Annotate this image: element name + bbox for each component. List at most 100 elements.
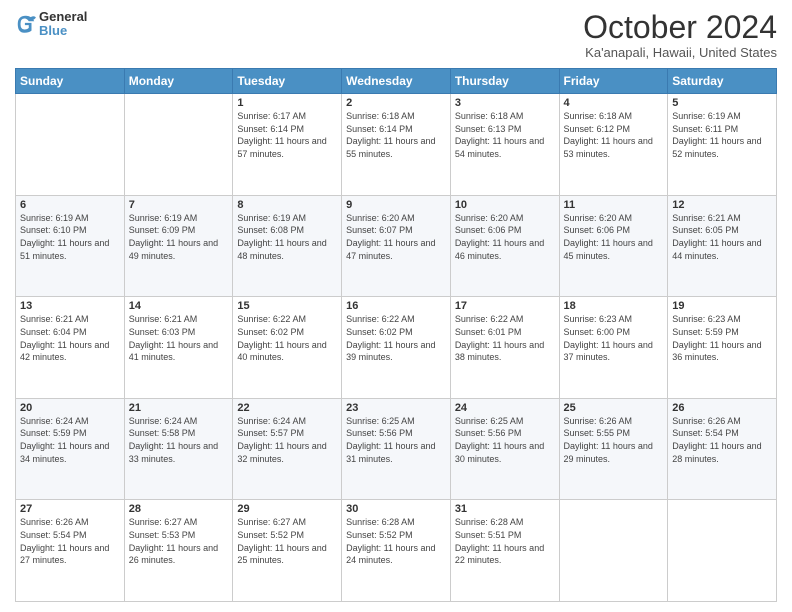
calendar-cell-1-4: 2Sunrise: 6:18 AMSunset: 6:14 PMDaylight… <box>342 94 451 196</box>
title-block: October 2024 Ka'anapali, Hawaii, United … <box>583 10 777 60</box>
calendar-cell-5-4: 30Sunrise: 6:28 AMSunset: 5:52 PMDayligh… <box>342 500 451 602</box>
calendar-cell-4-6: 25Sunrise: 6:26 AMSunset: 5:55 PMDayligh… <box>559 398 668 500</box>
day-info: Sunrise: 6:25 AMSunset: 5:56 PMDaylight:… <box>455 415 555 465</box>
calendar-cell-2-7: 12Sunrise: 6:21 AMSunset: 6:05 PMDayligh… <box>668 195 777 297</box>
day-number: 16 <box>346 300 446 312</box>
day-info: Sunrise: 6:27 AMSunset: 5:53 PMDaylight:… <box>129 516 229 566</box>
day-info: Sunrise: 6:17 AMSunset: 6:14 PMDaylight:… <box>237 110 337 160</box>
day-number: 29 <box>237 503 337 515</box>
day-number: 9 <box>346 199 446 211</box>
calendar-cell-4-7: 26Sunrise: 6:26 AMSunset: 5:54 PMDayligh… <box>668 398 777 500</box>
week-row-1: 1Sunrise: 6:17 AMSunset: 6:14 PMDaylight… <box>16 94 777 196</box>
day-info: Sunrise: 6:20 AMSunset: 6:06 PMDaylight:… <box>455 212 555 262</box>
day-number: 11 <box>564 199 664 211</box>
calendar-cell-2-5: 10Sunrise: 6:20 AMSunset: 6:06 PMDayligh… <box>450 195 559 297</box>
day-info: Sunrise: 6:18 AMSunset: 6:13 PMDaylight:… <box>455 110 555 160</box>
weekday-header-saturday: Saturday <box>668 69 777 94</box>
calendar-cell-1-2 <box>124 94 233 196</box>
day-number: 17 <box>455 300 555 312</box>
calendar-table: SundayMondayTuesdayWednesdayThursdayFrid… <box>15 68 777 602</box>
calendar-cell-4-1: 20Sunrise: 6:24 AMSunset: 5:59 PMDayligh… <box>16 398 125 500</box>
calendar-cell-5-3: 29Sunrise: 6:27 AMSunset: 5:52 PMDayligh… <box>233 500 342 602</box>
day-info: Sunrise: 6:23 AMSunset: 6:00 PMDaylight:… <box>564 313 664 363</box>
calendar-cell-1-7: 5Sunrise: 6:19 AMSunset: 6:11 PMDaylight… <box>668 94 777 196</box>
day-info: Sunrise: 6:24 AMSunset: 5:59 PMDaylight:… <box>20 415 120 465</box>
day-info: Sunrise: 6:18 AMSunset: 6:12 PMDaylight:… <box>564 110 664 160</box>
day-number: 28 <box>129 503 229 515</box>
day-number: 18 <box>564 300 664 312</box>
day-number: 4 <box>564 97 664 109</box>
calendar-cell-4-3: 22Sunrise: 6:24 AMSunset: 5:57 PMDayligh… <box>233 398 342 500</box>
day-info: Sunrise: 6:22 AMSunset: 6:01 PMDaylight:… <box>455 313 555 363</box>
day-info: Sunrise: 6:22 AMSunset: 6:02 PMDaylight:… <box>237 313 337 363</box>
calendar-cell-1-1 <box>16 94 125 196</box>
calendar-cell-5-2: 28Sunrise: 6:27 AMSunset: 5:53 PMDayligh… <box>124 500 233 602</box>
calendar-cell-4-4: 23Sunrise: 6:25 AMSunset: 5:56 PMDayligh… <box>342 398 451 500</box>
month-title: October 2024 <box>583 10 777 45</box>
day-number: 15 <box>237 300 337 312</box>
calendar-cell-1-6: 4Sunrise: 6:18 AMSunset: 6:12 PMDaylight… <box>559 94 668 196</box>
calendar-cell-5-7 <box>668 500 777 602</box>
location-subtitle: Ka'anapali, Hawaii, United States <box>583 45 777 60</box>
calendar-cell-2-4: 9Sunrise: 6:20 AMSunset: 6:07 PMDaylight… <box>342 195 451 297</box>
day-number: 22 <box>237 402 337 414</box>
day-number: 6 <box>20 199 120 211</box>
weekday-header-friday: Friday <box>559 69 668 94</box>
day-info: Sunrise: 6:20 AMSunset: 6:06 PMDaylight:… <box>564 212 664 262</box>
day-info: Sunrise: 6:27 AMSunset: 5:52 PMDaylight:… <box>237 516 337 566</box>
calendar-cell-5-5: 31Sunrise: 6:28 AMSunset: 5:51 PMDayligh… <box>450 500 559 602</box>
day-number: 2 <box>346 97 446 109</box>
logo-text: General Blue <box>39 10 87 39</box>
day-info: Sunrise: 6:24 AMSunset: 5:57 PMDaylight:… <box>237 415 337 465</box>
day-info: Sunrise: 6:19 AMSunset: 6:10 PMDaylight:… <box>20 212 120 262</box>
day-info: Sunrise: 6:19 AMSunset: 6:08 PMDaylight:… <box>237 212 337 262</box>
day-number: 21 <box>129 402 229 414</box>
weekday-header-row: SundayMondayTuesdayWednesdayThursdayFrid… <box>16 69 777 94</box>
day-number: 10 <box>455 199 555 211</box>
day-number: 31 <box>455 503 555 515</box>
day-number: 19 <box>672 300 772 312</box>
calendar-cell-5-1: 27Sunrise: 6:26 AMSunset: 5:54 PMDayligh… <box>16 500 125 602</box>
calendar-cell-3-1: 13Sunrise: 6:21 AMSunset: 6:04 PMDayligh… <box>16 297 125 399</box>
day-info: Sunrise: 6:19 AMSunset: 6:09 PMDaylight:… <box>129 212 229 262</box>
calendar-cell-3-2: 14Sunrise: 6:21 AMSunset: 6:03 PMDayligh… <box>124 297 233 399</box>
day-info: Sunrise: 6:23 AMSunset: 5:59 PMDaylight:… <box>672 313 772 363</box>
day-info: Sunrise: 6:21 AMSunset: 6:05 PMDaylight:… <box>672 212 772 262</box>
logo-line1: General <box>39 10 87 24</box>
day-number: 20 <box>20 402 120 414</box>
logo-line2: Blue <box>39 24 87 38</box>
day-info: Sunrise: 6:22 AMSunset: 6:02 PMDaylight:… <box>346 313 446 363</box>
day-info: Sunrise: 6:21 AMSunset: 6:03 PMDaylight:… <box>129 313 229 363</box>
week-row-5: 27Sunrise: 6:26 AMSunset: 5:54 PMDayligh… <box>16 500 777 602</box>
calendar-cell-3-5: 17Sunrise: 6:22 AMSunset: 6:01 PMDayligh… <box>450 297 559 399</box>
calendar-cell-4-5: 24Sunrise: 6:25 AMSunset: 5:56 PMDayligh… <box>450 398 559 500</box>
day-number: 8 <box>237 199 337 211</box>
day-info: Sunrise: 6:19 AMSunset: 6:11 PMDaylight:… <box>672 110 772 160</box>
calendar-cell-2-1: 6Sunrise: 6:19 AMSunset: 6:10 PMDaylight… <box>16 195 125 297</box>
day-number: 1 <box>237 97 337 109</box>
day-number: 7 <box>129 199 229 211</box>
calendar-cell-3-3: 15Sunrise: 6:22 AMSunset: 6:02 PMDayligh… <box>233 297 342 399</box>
weekday-header-wednesday: Wednesday <box>342 69 451 94</box>
day-number: 5 <box>672 97 772 109</box>
calendar-cell-1-5: 3Sunrise: 6:18 AMSunset: 6:13 PMDaylight… <box>450 94 559 196</box>
week-row-4: 20Sunrise: 6:24 AMSunset: 5:59 PMDayligh… <box>16 398 777 500</box>
day-info: Sunrise: 6:26 AMSunset: 5:54 PMDaylight:… <box>20 516 120 566</box>
day-info: Sunrise: 6:26 AMSunset: 5:55 PMDaylight:… <box>564 415 664 465</box>
day-info: Sunrise: 6:18 AMSunset: 6:14 PMDaylight:… <box>346 110 446 160</box>
logo: General Blue <box>15 10 87 39</box>
week-row-2: 6Sunrise: 6:19 AMSunset: 6:10 PMDaylight… <box>16 195 777 297</box>
weekday-header-thursday: Thursday <box>450 69 559 94</box>
calendar-cell-3-7: 19Sunrise: 6:23 AMSunset: 5:59 PMDayligh… <box>668 297 777 399</box>
day-info: Sunrise: 6:20 AMSunset: 6:07 PMDaylight:… <box>346 212 446 262</box>
logo-icon <box>15 13 37 35</box>
day-info: Sunrise: 6:25 AMSunset: 5:56 PMDaylight:… <box>346 415 446 465</box>
calendar-cell-5-6 <box>559 500 668 602</box>
weekday-header-monday: Monday <box>124 69 233 94</box>
calendar-cell-2-6: 11Sunrise: 6:20 AMSunset: 6:06 PMDayligh… <box>559 195 668 297</box>
day-number: 12 <box>672 199 772 211</box>
calendar-cell-4-2: 21Sunrise: 6:24 AMSunset: 5:58 PMDayligh… <box>124 398 233 500</box>
day-info: Sunrise: 6:21 AMSunset: 6:04 PMDaylight:… <box>20 313 120 363</box>
header: General Blue October 2024 Ka'anapali, Ha… <box>15 10 777 60</box>
weekday-header-sunday: Sunday <box>16 69 125 94</box>
